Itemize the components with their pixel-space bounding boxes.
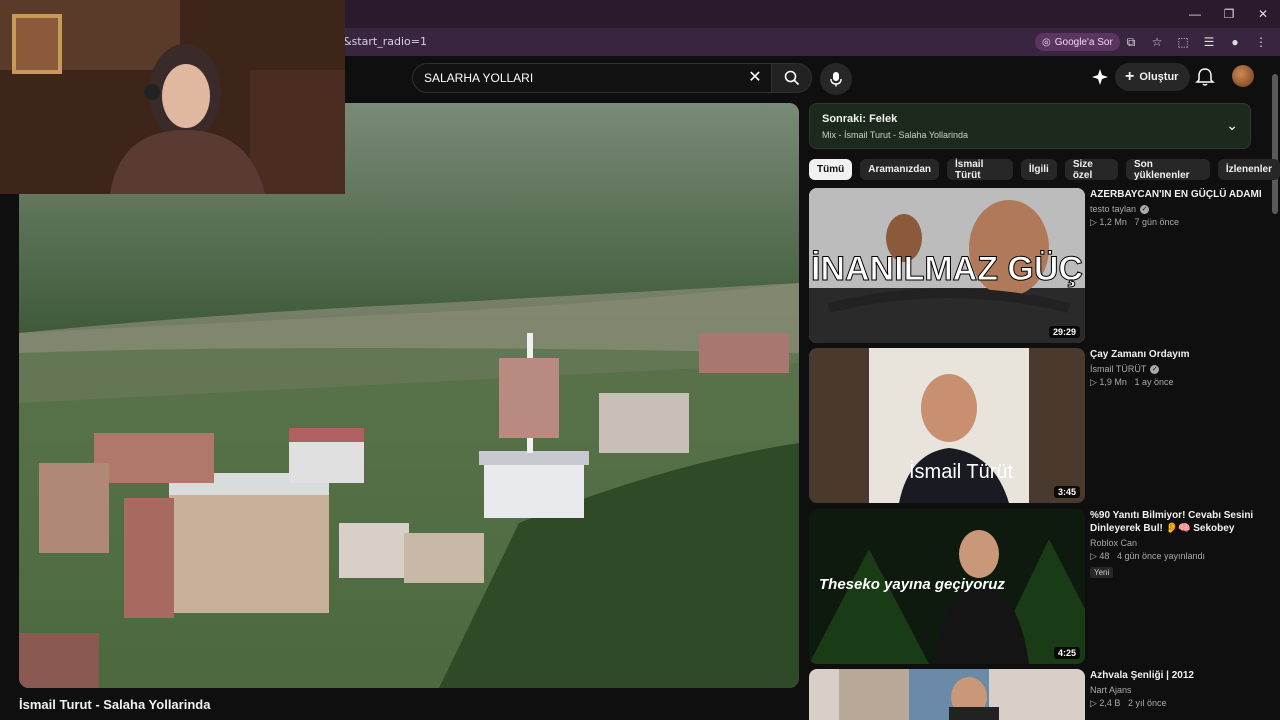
video-duration: 29:29 <box>1048 326 1080 338</box>
chip-all[interactable]: Tümü <box>809 159 853 180</box>
lens-icon: ◎ <box>1042 36 1051 48</box>
view-count: 2,4 B <box>1099 698 1121 708</box>
list-item[interactable]: İsmail Türüt 3:45 Çay Zamanı Ordayım İsm… <box>809 348 1269 504</box>
window-controls: — ❐ ✕ <box>1178 0 1280 28</box>
install-app-icon[interactable]: ⧉ <box>1120 32 1142 52</box>
thumbnail-caption: Theseko yayına geçiyoruz <box>819 576 1005 593</box>
verified-check-icon: ✓ <box>1150 364 1160 374</box>
bookmark-star-icon[interactable]: ☆ <box>1146 32 1168 52</box>
account-avatar[interactable] <box>1232 65 1254 87</box>
page-scrollbar[interactable] <box>1270 56 1280 720</box>
thumbnail-image <box>809 669 1085 720</box>
list-item[interactable]: Theseko yayına geçiyoruz 4:25 %90 Yanıtı… <box>809 509 1269 665</box>
sparkle-icon[interactable] <box>1090 67 1110 87</box>
thumbnail-image: İNANILMAZ GÜÇ <box>809 188 1085 343</box>
list-item[interactable]: İNANILMAZ GÜÇ 29:29 AZERBAYCAN'IN EN GÜÇ… <box>809 188 1269 344</box>
google-sor-label: Google'a Sor <box>1054 36 1113 48</box>
thumbnail-image: Theseko yayına geçiyoruz <box>809 509 1085 664</box>
webcam-overlay <box>0 0 345 194</box>
plus-icon: + <box>1125 68 1135 85</box>
new-badge: Yeni <box>1090 567 1114 578</box>
video-title[interactable]: Azhvala Şenliği | 2012 <box>1090 669 1265 682</box>
channel-label: İsmail TÜRÜT <box>1090 364 1147 374</box>
up-next-subtitle: Mix - İsmail Turut - Salaha Yollarinda <box>822 130 969 140</box>
video-duration: 4:25 <box>1053 647 1080 659</box>
create-button[interactable]: + Oluştur <box>1115 63 1191 91</box>
chip-ismail-turut[interactable]: İsmail Türüt <box>947 159 1013 181</box>
video-info: %90 Yanıtı Bilmiyor! Cevabı Sesini Dinle… <box>1090 509 1265 580</box>
chip-related[interactable]: İlgili <box>1020 159 1057 180</box>
restore-button[interactable]: ❐ <box>1212 0 1246 28</box>
up-next-panel[interactable]: Sonraki: Felek Mix - İsmail Turut - Sala… <box>809 103 1251 149</box>
channel-name[interactable]: Roblox Can <box>1090 538 1265 548</box>
video-meta: ▷ 1,2 Mn 7 gün önce <box>1090 217 1179 227</box>
address-bar-icons: ⧉ ☆ ⬚ ☰ ● ⋮ <box>1120 32 1272 52</box>
reading-list-icon[interactable]: ☰ <box>1198 32 1220 52</box>
video-info: Çay Zamanı Ordayım İsmail TÜRÜT ✓ ▷ 1,9 M… <box>1090 348 1265 388</box>
thumbnail-caption: İsmail Türüt <box>909 460 1014 483</box>
extensions-icon[interactable]: ⬚ <box>1172 32 1194 52</box>
up-next-title: Sonraki: Felek <box>822 113 898 125</box>
voice-search-button[interactable] <box>820 63 852 95</box>
channel-name[interactable]: İsmail TÜRÜT ✓ <box>1090 364 1265 374</box>
channel-label: testo taylan <box>1090 204 1137 214</box>
upload-age: 1 ay önce <box>1134 377 1174 387</box>
video-meta: ▷ 2,4 B 2 yıl önce <box>1090 698 1167 708</box>
thumbnail-caption: İNANILMAZ GÜÇ <box>811 250 1083 288</box>
list-item[interactable]: Azhvala Şenliği | 2012 Nart Ajans ▷ 2,4 … <box>809 669 1269 720</box>
video-thumbnail[interactable]: İNANILMAZ GÜÇ 29:29 <box>809 188 1085 343</box>
clear-search-icon[interactable]: ✕ <box>745 68 765 88</box>
chip-from-search[interactable]: Aramanızdan <box>860 159 940 180</box>
scrollbar-thumb[interactable] <box>1272 74 1278 214</box>
video-thumbnail[interactable]: Theseko yayına geçiyoruz 4:25 <box>809 509 1085 664</box>
microphone-icon <box>830 72 842 87</box>
video-title[interactable]: Çay Zamanı Ordayım <box>1090 348 1265 361</box>
view-count: 1,9 Mn <box>1099 377 1127 387</box>
upload-age: 4 gün önce yayınlandı <box>1116 551 1206 561</box>
view-count: 48 <box>1099 551 1110 561</box>
video-duration: 3:45 <box>1053 486 1080 498</box>
webcam-person-image <box>0 0 345 194</box>
video-title: İsmail Turut - Salaha Yollarinda <box>19 697 211 712</box>
close-window-button[interactable]: ✕ <box>1246 0 1280 28</box>
chip-recently-uploaded[interactable]: Son yüklenenler <box>1125 159 1210 181</box>
filter-chips: Tümü Aramanızdan İsmail Türüt İlgili Siz… <box>809 159 1280 181</box>
notifications-bell-icon[interactable] <box>1194 66 1216 88</box>
upload-age: 2 yıl önce <box>1127 698 1167 708</box>
url-text[interactable]: &start_radio=1 <box>343 35 427 48</box>
video-title[interactable]: %90 Yanıtı Bilmiyor! Cevabı Sesini Dinle… <box>1090 509 1265 535</box>
search-box[interactable]: SALARHA YOLLARI ✕ <box>412 63 772 93</box>
search-input[interactable]: SALARHA YOLLARI <box>424 71 533 85</box>
video-thumbnail[interactable] <box>809 669 1085 720</box>
video-meta: ▷ 1,9 Mn 1 ay önce <box>1090 377 1174 387</box>
create-label: Oluştur <box>1139 71 1179 83</box>
upload-age: 7 gün önce <box>1134 217 1179 227</box>
thumbnail-image: İsmail Türüt <box>809 348 1085 503</box>
chevron-down-icon[interactable]: ⌄ <box>1226 117 1238 134</box>
channel-name[interactable]: Nart Ajans <box>1090 685 1265 695</box>
search-icon <box>784 70 799 86</box>
minimize-button[interactable]: — <box>1178 0 1212 28</box>
chip-for-you[interactable]: Size özel <box>1064 159 1118 181</box>
video-thumbnail[interactable]: İsmail Türüt 3:45 <box>809 348 1085 503</box>
channel-label: Nart Ajans <box>1090 685 1132 695</box>
profile-icon[interactable]: ● <box>1224 32 1246 52</box>
menu-kebab-icon[interactable]: ⋮ <box>1250 32 1272 52</box>
video-info: Azhvala Şenliği | 2012 Nart Ajans ▷ 2,4 … <box>1090 669 1265 709</box>
video-meta: ▷ 48 4 gün önce yayınlandı <box>1090 551 1206 561</box>
video-info: AZERBAYCAN'IN EN GÜÇLÜ ADAMI testo tayla… <box>1090 188 1265 228</box>
chip-watched[interactable]: İzlenenler <box>1217 159 1280 180</box>
channel-label: Roblox Can <box>1090 538 1138 548</box>
video-title[interactable]: AZERBAYCAN'IN EN GÜÇLÜ ADAMI <box>1090 188 1265 201</box>
verified-check-icon: ✓ <box>1140 204 1150 214</box>
search-button[interactable] <box>772 63 812 93</box>
channel-name[interactable]: testo taylan ✓ <box>1090 204 1265 214</box>
view-count: 1,2 Mn <box>1099 217 1127 227</box>
google-sor-button[interactable]: ◎ Google'a Sor <box>1035 33 1120 51</box>
